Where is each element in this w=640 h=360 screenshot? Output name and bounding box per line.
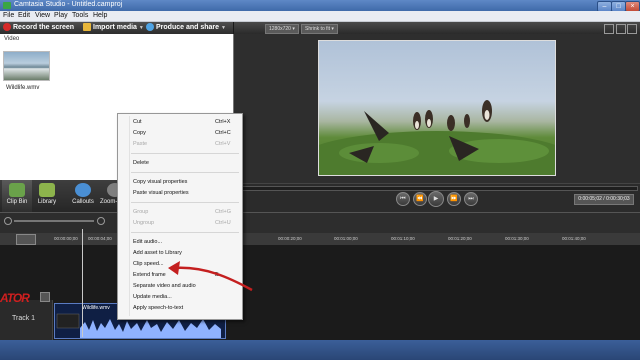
folder-icon bbox=[83, 23, 91, 32]
zoom-value: Shrink to fit bbox=[305, 26, 331, 32]
menu-bar: File Edit View Play Tools Help bbox=[0, 11, 640, 22]
import-label: Import media bbox=[93, 24, 137, 31]
produce-share-button[interactable]: Produce and share ▼ bbox=[146, 23, 226, 33]
menu-item-ungroup[interactable]: Ungroup bbox=[133, 220, 154, 226]
menu-separator bbox=[131, 153, 239, 154]
zoom-slider[interactable] bbox=[14, 220, 94, 222]
ruler-tick: 00:01:10;00 bbox=[391, 236, 415, 241]
fullscreen-icon[interactable] bbox=[616, 24, 626, 34]
app-icon bbox=[3, 2, 11, 9]
produce-label: Produce and share bbox=[156, 24, 220, 31]
window-title: Camtasia Studio - Untitled.camproj bbox=[14, 1, 123, 8]
shortcut-copy: Ctrl+C bbox=[215, 130, 231, 136]
playback-controls: ⏮ ⏪ ▶ ⏩ ⏭ 0:00:05;02 / 0:00:30;03 bbox=[234, 183, 640, 213]
menu-help[interactable]: Help bbox=[93, 12, 107, 19]
ruler-tick: 00:01:30;00 bbox=[505, 236, 529, 241]
shortcut-group: Ctrl+G bbox=[215, 209, 232, 215]
menu-separator bbox=[131, 232, 239, 233]
playhead[interactable] bbox=[82, 229, 83, 337]
clip-thumbnail[interactable] bbox=[3, 51, 50, 81]
chevron-down-icon: ▼ bbox=[138, 25, 144, 31]
menu-item-speech-to-text[interactable]: Apply speech-to-text bbox=[133, 305, 183, 311]
menu-item-delete[interactable]: Delete bbox=[133, 160, 149, 166]
record-screen-button[interactable]: Record the screen bbox=[3, 23, 74, 33]
menu-item-edit-audio[interactable]: Edit audio... bbox=[133, 239, 162, 245]
fast-forward-button[interactable]: ⏩ bbox=[447, 192, 461, 206]
menu-item-group[interactable]: Group bbox=[133, 209, 148, 215]
menu-play[interactable]: Play bbox=[54, 12, 68, 19]
zoom-in-icon[interactable] bbox=[97, 217, 105, 225]
resolution-dropdown[interactable]: 1280x720 ▾ bbox=[265, 24, 299, 34]
ruler-tick: 00:01:00;00 bbox=[334, 236, 358, 241]
menu-view[interactable]: View bbox=[35, 12, 50, 19]
play-button[interactable]: ▶ bbox=[428, 191, 444, 207]
tab-clip-bin-label: Clip Bin bbox=[6, 199, 28, 205]
tab-callouts[interactable]: Callouts bbox=[68, 180, 98, 212]
shortcut-ungroup: Ctrl+U bbox=[215, 220, 231, 226]
next-clip-button[interactable]: ⏭ bbox=[464, 192, 478, 206]
shortcut-paste: Ctrl+V bbox=[215, 141, 231, 147]
tab-library[interactable]: Library bbox=[32, 180, 62, 212]
menu-tools[interactable]: Tools bbox=[72, 12, 88, 19]
ruler-tick: 00:01:20;00 bbox=[448, 236, 472, 241]
menu-item-clip-speed[interactable]: Clip speed... bbox=[133, 261, 164, 267]
shortcut-cut: Ctrl+X bbox=[215, 119, 231, 125]
ruler-tick: 00:00:00;00 bbox=[54, 236, 78, 241]
menu-item-cut[interactable]: Cut bbox=[133, 119, 142, 125]
taskbar bbox=[0, 340, 640, 360]
resolution-value: 1280x720 bbox=[269, 26, 291, 32]
title-bar: Camtasia Studio - Untitled.camproj – □ × bbox=[0, 0, 640, 12]
menu-file[interactable]: File bbox=[3, 12, 14, 19]
clip-name: Wildlife.wmv bbox=[6, 85, 40, 91]
detach-icon[interactable] bbox=[604, 24, 614, 34]
menu-separator bbox=[131, 172, 239, 173]
ruler-tick: 00:00:20;00 bbox=[278, 236, 302, 241]
menu-item-paste[interactable]: Paste bbox=[133, 141, 147, 147]
ruler-tick: 00:01:40;00 bbox=[562, 236, 586, 241]
zoom-out-icon[interactable] bbox=[4, 217, 12, 225]
callouts-icon bbox=[75, 183, 91, 197]
tab-clip-bin[interactable]: Clip Bin bbox=[2, 180, 32, 212]
annotation-arrow bbox=[168, 261, 253, 292]
tab-library-label: Library bbox=[37, 199, 57, 205]
menu-edit[interactable]: Edit bbox=[18, 12, 30, 19]
ruler-tick: 00:00:04;00 bbox=[88, 236, 112, 241]
menu-item-copy[interactable]: Copy bbox=[133, 130, 146, 136]
menu-item-copy-visual[interactable]: Copy visual properties bbox=[133, 179, 187, 185]
rewind-button[interactable]: ⏪ bbox=[413, 192, 427, 206]
menu-item-paste-visual[interactable]: Paste visual properties bbox=[133, 190, 189, 196]
tab-callouts-label: Callouts bbox=[72, 199, 94, 205]
previous-clip-button[interactable]: ⏮ bbox=[396, 192, 410, 206]
gear-icon[interactable] bbox=[16, 234, 36, 245]
track-label: Track 1 bbox=[12, 315, 36, 322]
expand-icon[interactable] bbox=[627, 24, 637, 34]
preview-header: 1280x720 ▾ Shrink to fit ▾ bbox=[234, 22, 640, 34]
library-icon bbox=[39, 183, 55, 197]
clip-bin-icon bbox=[9, 183, 25, 197]
main-toolbar: Record the screen Import media ▼ Produce… bbox=[0, 22, 233, 34]
produce-icon bbox=[146, 23, 154, 32]
timeline-toolbar bbox=[0, 212, 640, 234]
record-label: Record the screen bbox=[13, 24, 75, 31]
logo-watermark: ATOR bbox=[0, 291, 30, 305]
add-track-button[interactable] bbox=[40, 292, 50, 302]
timecode-display: 0:00:05;02 / 0:00:30;03 bbox=[574, 194, 634, 205]
video-preview[interactable] bbox=[318, 40, 556, 176]
menu-separator bbox=[131, 202, 239, 203]
birds-image bbox=[319, 100, 555, 175]
import-media-button[interactable]: Import media ▼ bbox=[83, 23, 144, 33]
record-icon bbox=[3, 23, 11, 32]
video-section-label: Video bbox=[4, 36, 20, 42]
zoom-dropdown[interactable]: Shrink to fit ▾ bbox=[301, 24, 338, 34]
chevron-down-icon: ▼ bbox=[220, 25, 226, 31]
